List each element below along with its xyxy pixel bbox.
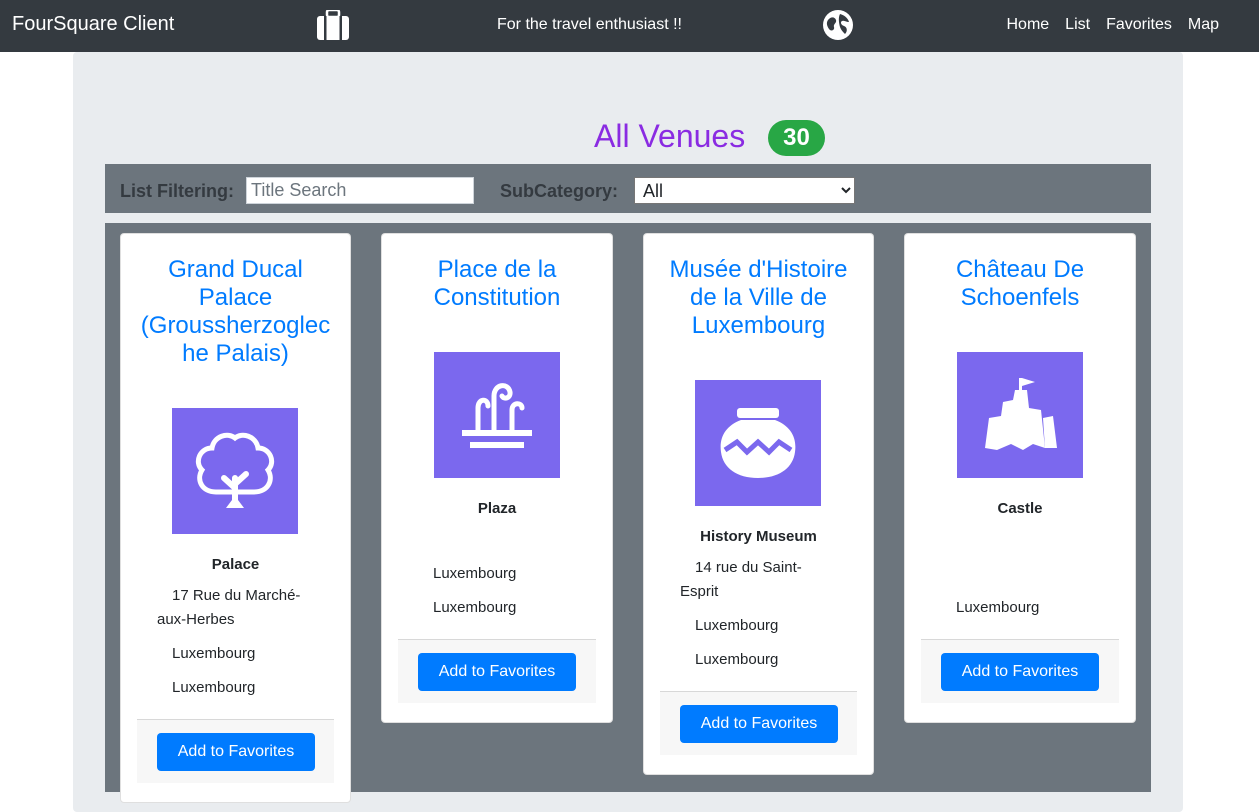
venue-country: Luxembourg	[695, 651, 779, 668]
venue-category: Castle	[997, 500, 1043, 517]
nav-home-link[interactable]: Home	[1006, 16, 1049, 34]
venue-title[interactable]: Grand Ducal Palace (Groussherzoglec he P…	[131, 256, 340, 368]
venue-address: 14 rue du Saint-Esprit	[680, 559, 802, 600]
vase-icon	[695, 380, 821, 506]
venue-count-badge: 30	[768, 120, 825, 156]
page-title: All Venues	[594, 118, 746, 154]
top-navbar: FourSquare Client For the travel enthusi…	[0, 0, 1259, 52]
card-footer: Add to Favorites	[660, 691, 857, 755]
suitcase-icon	[317, 10, 349, 40]
tree-icon	[172, 408, 298, 534]
nav-map-link[interactable]: Map	[1188, 16, 1219, 34]
castle-icon	[957, 352, 1083, 478]
venue-city: Luxembourg	[433, 565, 517, 582]
venue-card: Musée d'Histoire de la Ville de Luxembou…	[643, 233, 874, 775]
venue-category: History Museum	[700, 528, 817, 545]
venue-title[interactable]: Place de la Constitution	[392, 256, 602, 312]
title-search-input[interactable]	[246, 177, 474, 204]
add-to-favorites-button[interactable]: Add to Favorites	[941, 653, 1099, 691]
nav-favorites-link[interactable]: Favorites	[1106, 16, 1172, 34]
card-footer: Add to Favorites	[137, 719, 334, 783]
venue-title[interactable]: Musée d'Histoire de la Ville de Luxembou…	[654, 256, 863, 340]
venue-title[interactable]: Château De Schoenfels	[915, 256, 1125, 312]
venue-category: Palace	[211, 556, 260, 573]
venue-country: Luxembourg	[956, 599, 1040, 616]
brand-title[interactable]: FourSquare Client	[12, 13, 174, 36]
list-filtering-label: List Filtering:	[120, 181, 234, 201]
venue-category: Plaza	[477, 500, 517, 517]
card-footer: Add to Favorites	[921, 639, 1119, 703]
nav-links: Home List Favorites Map	[1006, 16, 1219, 34]
venue-card: Place de la Constitution Plaza Luxembour…	[381, 233, 613, 723]
fountain-icon	[434, 352, 560, 478]
venue-country: Luxembourg	[172, 679, 256, 696]
venue-card: Grand Ducal Palace (Groussherzoglec he P…	[120, 233, 351, 803]
subcategory-select[interactable]: All	[634, 177, 855, 204]
venue-address: 17 Rue du Marché-aux-Herbes	[157, 587, 301, 628]
nav-list-link[interactable]: List	[1065, 16, 1090, 34]
venue-city: Luxembourg	[695, 617, 779, 634]
venue-card: Château De Schoenfels Castle Luxembourg …	[904, 233, 1136, 723]
globe-icon	[823, 10, 853, 40]
add-to-favorites-button[interactable]: Add to Favorites	[157, 733, 315, 771]
venue-city: Luxembourg	[172, 645, 256, 662]
subcategory-label: SubCategory:	[500, 181, 619, 201]
tagline: For the travel enthusiast !!	[497, 16, 682, 33]
card-footer: Add to Favorites	[398, 639, 596, 703]
add-to-favorites-button[interactable]: Add to Favorites	[680, 705, 838, 743]
venue-country: Luxembourg	[433, 599, 517, 616]
add-to-favorites-button[interactable]: Add to Favorites	[418, 653, 576, 691]
